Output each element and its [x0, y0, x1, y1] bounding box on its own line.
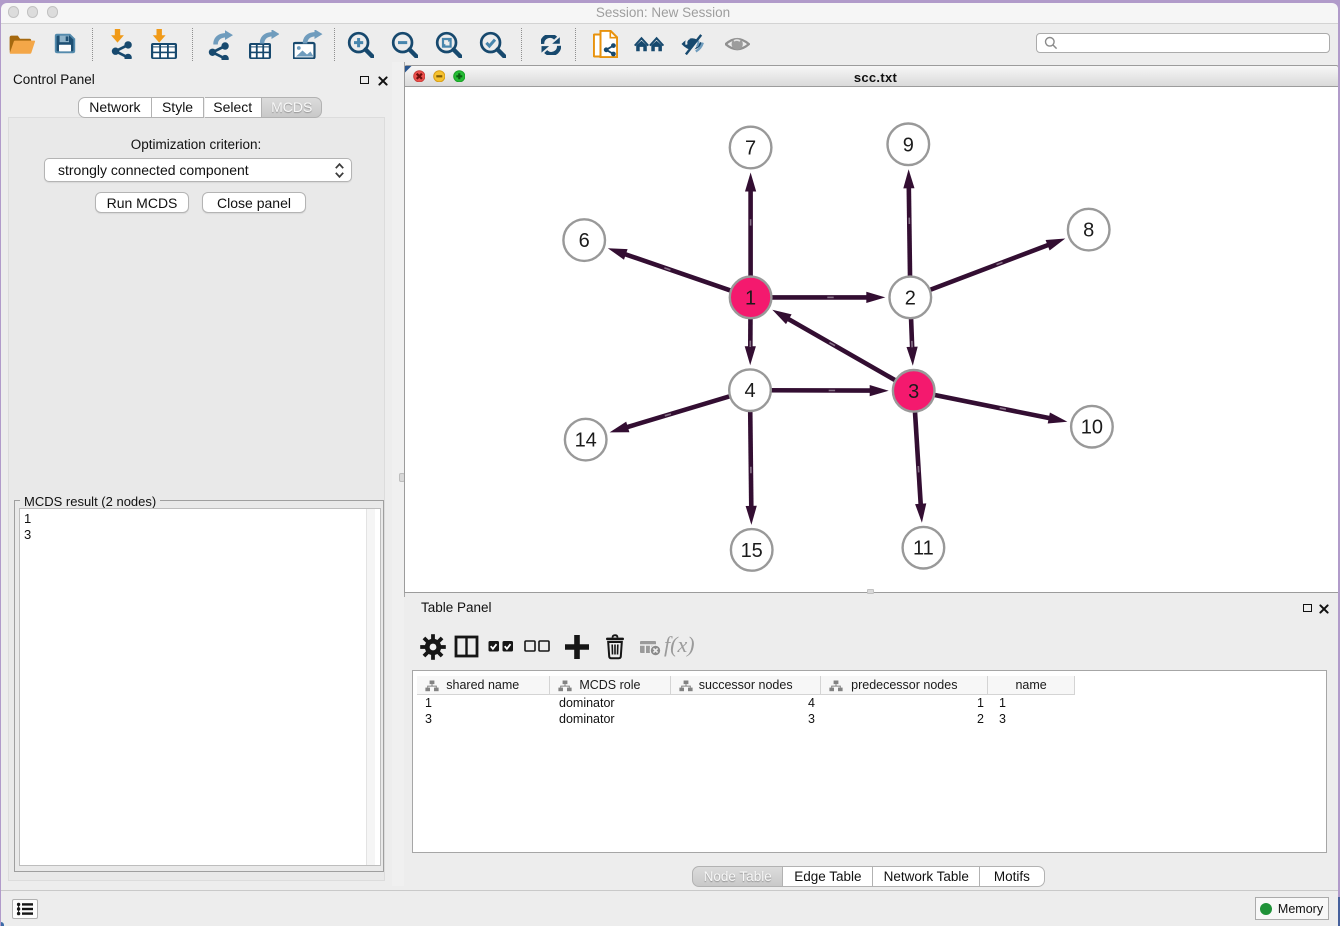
svg-text:15: 15 — [741, 540, 763, 562]
svg-text:1: 1 — [745, 287, 756, 309]
svg-text:9: 9 — [903, 134, 914, 156]
svg-text:10: 10 — [1081, 417, 1103, 439]
svg-text:14: 14 — [575, 430, 597, 452]
svg-text:4: 4 — [744, 380, 755, 402]
svg-text:7: 7 — [745, 138, 756, 160]
svg-text:11: 11 — [913, 538, 934, 560]
svg-text:2: 2 — [905, 287, 916, 309]
svg-text:3: 3 — [908, 381, 919, 403]
svg-text:8: 8 — [1083, 220, 1094, 242]
svg-text:6: 6 — [579, 230, 590, 252]
